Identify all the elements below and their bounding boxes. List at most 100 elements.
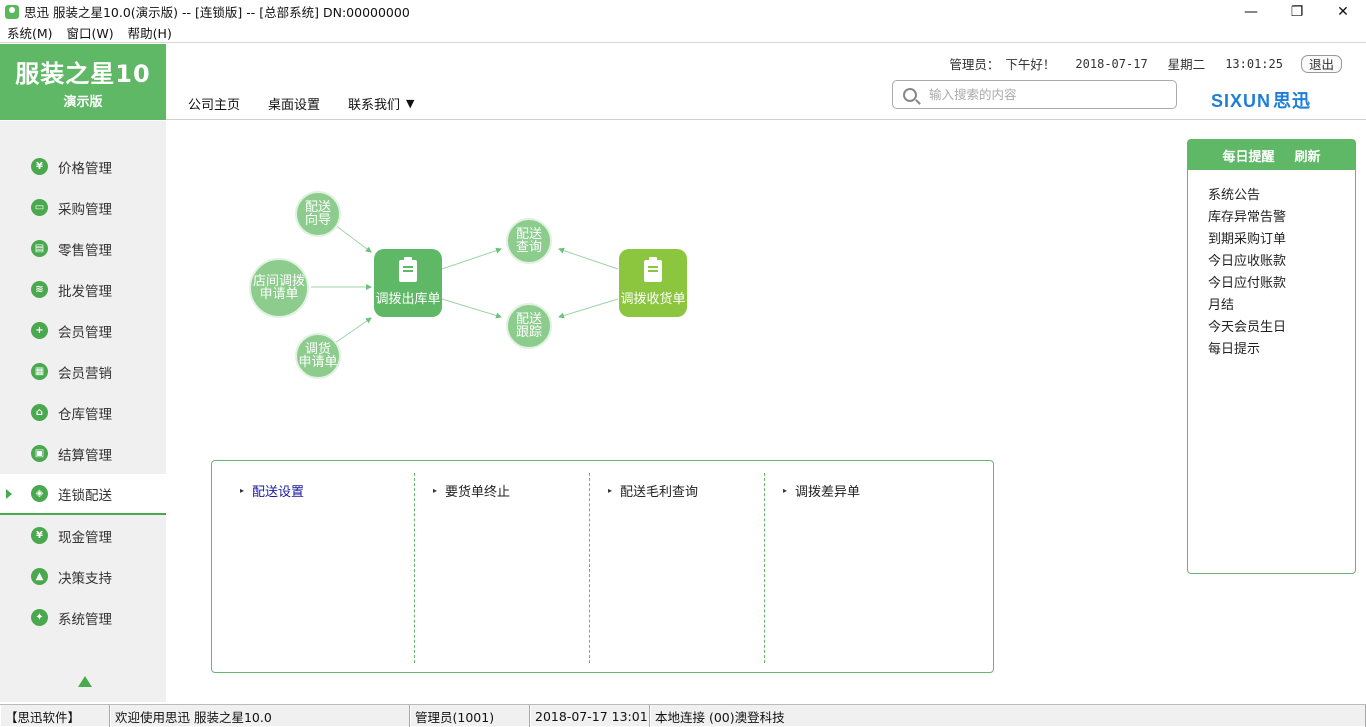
flow-transfer-in[interactable]: 调拨收货单 <box>619 249 687 317</box>
function-column: ▸ 配送毛利查询 <box>589 473 764 663</box>
search-icon <box>903 87 917 102</box>
top-nav: 公司主页 桌面设置 联系我们 ▼ <box>188 94 443 113</box>
app-icon <box>5 4 19 19</box>
sidebar-item[interactable]: ▲ 决策支持 <box>0 556 166 597</box>
header: 服装之星10 演示版 公司主页 桌面设置 联系我们 ▼ 管理员： 下午好！ 20… <box>0 44 1366 120</box>
settlement-icon: ▣ <box>31 445 48 462</box>
title-bar: 思迅 服装之星10.0(演示版) -- [连锁版] -- [总部系统] DN:0… <box>0 0 1366 23</box>
flow-store-transfer-request[interactable]: 店间调拨 申请单 <box>249 258 309 318</box>
sidebar-item-label: 系统管理 <box>58 611 112 628</box>
func-request-terminate-label: 要货单终止 <box>445 485 511 500</box>
gear-icon: ✦ <box>31 609 48 626</box>
reminder-list: 系统公告 库存异常告警 到期采购订单 今日应收账款 今日应付账款 月结 今天会员生日 每日提示 <box>1208 185 1355 361</box>
status-datetime: 2018-07-17 13:01 <box>530 705 650 727</box>
flow-transfer-request-label: 调货 申请单 <box>298 342 338 370</box>
nav-desktop-settings[interactable]: 桌面设置 <box>268 94 320 113</box>
sidebar-item[interactable]: ⌂ 仓库管理 <box>0 392 166 433</box>
menu-help[interactable]: 帮助(H) <box>121 23 179 42</box>
reminder-item[interactable]: 今日应收账款 <box>1208 251 1355 273</box>
sidebar-item[interactable]: ▤ 零售管理 <box>0 228 166 269</box>
status-connection: 本地连接 (00)澳登科技 <box>650 705 1366 727</box>
bullet-icon: ▸ <box>433 486 438 495</box>
product-name: 服装之星10 <box>15 60 151 88</box>
weekday: 星期二 <box>1167 57 1206 72</box>
chain-delivery-icon: ◈ <box>31 485 48 502</box>
function-column: ▸ 调拨差异单 <box>764 473 939 663</box>
sidebar-item-label: 采购管理 <box>58 201 112 218</box>
nav-contact-us[interactable]: 联系我们 ▼ <box>348 94 414 113</box>
sidebar-item[interactable]: ▭ 采购管理 <box>0 187 166 228</box>
function-column: ▸ 要货单终止 <box>414 473 589 663</box>
search-box[interactable] <box>892 80 1177 109</box>
daily-reminder-panel: 每日提醒 刷新 系统公告 库存异常告警 到期采购订单 今日应收账款 今日应付账款 月结 今天… <box>1187 139 1356 574</box>
reminder-item[interactable]: 今日应付账款 <box>1208 273 1355 295</box>
func-delivery-settings[interactable]: ▸ 配送设置 <box>240 481 304 500</box>
minimize-button[interactable]: — <box>1228 0 1274 23</box>
bullet-icon: ▸ <box>240 486 245 495</box>
flow-delivery-query[interactable]: 配送 查询 <box>506 218 552 264</box>
flow-delivery-track[interactable]: 配送 跟踪 <box>506 303 552 349</box>
user-role: 管理员： <box>949 57 1000 72</box>
caret-down-icon: ▼ <box>406 97 415 110</box>
flow-transfer-out-label: 调拨出库单 <box>375 291 441 307</box>
reminder-item[interactable]: 到期采购订单 <box>1208 229 1355 251</box>
cash-icon: ¥ <box>31 527 48 544</box>
search-input[interactable] <box>929 87 1159 102</box>
reminder-item[interactable]: 今天会员生日 <box>1208 317 1355 339</box>
brand-cn: 思迅 <box>1273 91 1312 111</box>
reminder-item[interactable]: 系统公告 <box>1208 185 1355 207</box>
daily-reminder-title: 每日提醒 <box>1222 149 1275 165</box>
sixun-brand-logo: SIXUN 思迅 <box>1211 87 1311 113</box>
scroll-up-icon[interactable] <box>78 676 92 687</box>
window-controls: — ❐ ✕ <box>1228 0 1366 23</box>
member-icon: + <box>31 322 48 339</box>
marketing-icon: ▦ <box>31 363 48 380</box>
flow-delivery-track-label: 配送 跟踪 <box>515 312 542 340</box>
sidebar: ¥ 价格管理 ▭ 采购管理 ▤ 零售管理 ≋ 批发管理 + 会员管理 ▦ 会员营销 ⌂ 仓库管理 ▣ 结算管理… <box>0 121 166 702</box>
reminder-item[interactable]: 每日提示 <box>1208 339 1355 361</box>
flow-transfer-request[interactable]: 调货 申请单 <box>295 333 341 379</box>
window-title: 思迅 服装之星10.0(演示版) -- [连锁版] -- [总部系统] DN:0… <box>24 5 410 20</box>
brand-latin: SIXUN <box>1211 91 1272 111</box>
nav-contact-label: 联系我们 <box>348 98 401 113</box>
flow-transfer-out[interactable]: 调拨出库单 <box>374 249 442 317</box>
sidebar-item[interactable]: ✦ 系统管理 <box>0 597 166 638</box>
basket-icon: ▭ <box>31 199 48 216</box>
reminder-item[interactable]: 月结 <box>1208 295 1355 317</box>
func-request-terminate[interactable]: ▸ 要货单终止 <box>433 481 510 500</box>
sidebar-item[interactable]: ¥ 现金管理 <box>0 515 166 556</box>
function-column: ▸ 配送设置 <box>240 473 414 663</box>
sidebar-item-label: 决策支持 <box>58 570 112 587</box>
nav-company-home[interactable]: 公司主页 <box>188 94 240 113</box>
sidebar-item[interactable]: ▣ 结算管理 <box>0 433 166 474</box>
reminder-item[interactable]: 库存异常告警 <box>1208 207 1355 229</box>
menu-system[interactable]: 系统(M) <box>0 23 60 42</box>
sidebar-item[interactable]: ▦ 会员营销 <box>0 351 166 392</box>
product-logo: 服装之星10 演示版 <box>0 44 166 120</box>
yen-icon: ¥ <box>31 158 48 175</box>
refresh-button[interactable]: 刷新 <box>1295 146 1321 165</box>
sidebar-item[interactable]: ≋ 批发管理 <box>0 269 166 310</box>
func-transfer-difference[interactable]: ▸ 调拨差异单 <box>783 481 860 500</box>
flow-delivery-guide[interactable]: 配送 向导 <box>295 191 341 237</box>
logout-button[interactable]: 退出 <box>1300 54 1342 73</box>
close-button[interactable]: ✕ <box>1320 0 1366 23</box>
sidebar-item-label: 连锁配送 <box>58 487 112 504</box>
func-delivery-margin-query[interactable]: ▸ 配送毛利查询 <box>608 481 698 500</box>
flow-delivery-guide-label: 配送 向导 <box>304 200 331 228</box>
sidebar-item[interactable]: ¥ 价格管理 <box>0 146 166 187</box>
func-delivery-settings-label: 配送设置 <box>252 485 305 500</box>
flow-diagram: 配送 向导 店间调拨 申请单 调货 申请单 调拨出库单 配送 查询 配送 跟踪 … <box>166 121 1186 451</box>
sidebar-item[interactable]: ◈ 连锁配送 <box>0 474 166 515</box>
bullet-icon: ▸ <box>783 486 788 495</box>
menu-window[interactable]: 窗口(W) <box>60 23 121 42</box>
greeting: 下午好！ <box>1005 57 1056 72</box>
sidebar-item-label: 现金管理 <box>58 529 112 546</box>
sidebar-item-label: 零售管理 <box>58 242 112 259</box>
user-info: 管理员： 下午好！ 2018-07-17 星期二 13:01:25 退出 <box>949 54 1342 73</box>
sidebar-item[interactable]: + 会员管理 <box>0 310 166 351</box>
bag-icon: ▤ <box>31 240 48 257</box>
status-welcome: 欢迎使用思迅 服装之星10.0 <box>110 705 410 727</box>
document-icon <box>644 256 662 282</box>
maximize-button[interactable]: ❐ <box>1274 0 1320 23</box>
